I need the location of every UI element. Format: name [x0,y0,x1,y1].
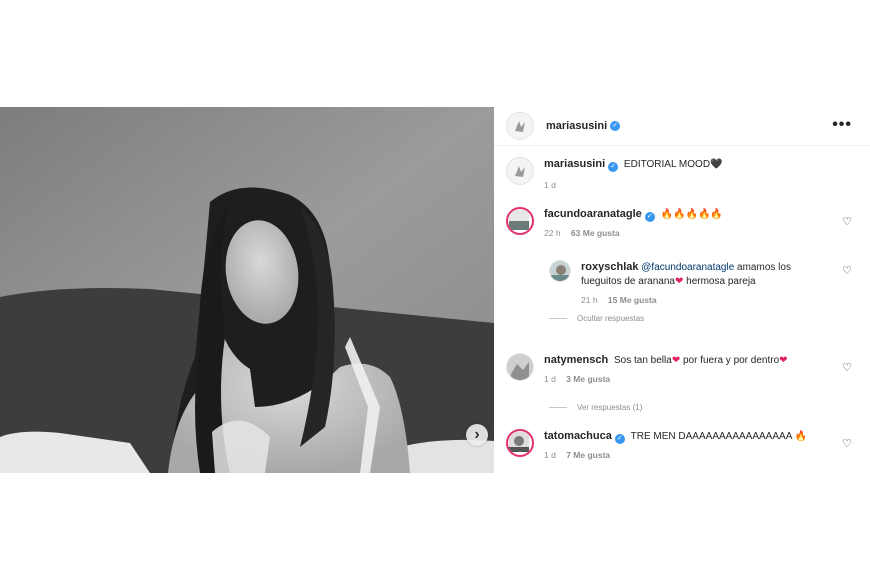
comment-time: 1 d [544,374,556,384]
like-comment-icon[interactable]: ♡ [842,437,852,450]
comment-time: 1 d [544,450,556,460]
comment-time: 22 h [544,228,561,238]
author-avatar[interactable] [506,112,534,140]
reply-likes[interactable]: 15 Me gusta [608,295,657,305]
photo-grayscale-portrait [0,107,494,473]
verified-icon: ✓ [644,212,655,222]
reply-time: 21 h [581,295,598,305]
commenter-avatar[interactable] [506,207,534,235]
instagram-post: › mariasusini ✓ ••• mariasusini ✓ EDITORI… [0,107,870,473]
like-reply-icon[interactable]: ♡ [842,264,852,277]
reply-mention[interactable]: @facundoaranatagle [641,262,734,273]
comment-text-2: por fuera y por dentro [680,355,780,366]
comment-text: TRE MEN DAAAAAAAAAAAAAAAA [630,431,792,442]
caption-username[interactable]: mariasusini [544,158,605,170]
verified-icon: ✓ [610,121,621,131]
reply-avatar[interactable] [549,260,571,282]
red-heart-emoji: ❤ [779,355,788,366]
thread-line [549,318,567,319]
reply-text-2: hermosa pareja [683,276,756,287]
post-side-panel: mariasusini ✓ ••• mariasusini ✓ EDITORIAL… [494,107,870,473]
black-heart-emoji: 🖤 [710,159,723,170]
fire-emoji: 🔥 [794,431,808,442]
verified-icon: ✓ [608,162,619,172]
author-username[interactable]: mariasusini [546,120,607,132]
commenter-avatar[interactable] [506,429,534,457]
commenter-username[interactable]: tatomachuca [544,430,612,442]
chevron-right-icon: › [474,426,480,443]
next-photo-button[interactable]: › [466,424,488,446]
like-comment-icon[interactable]: ♡ [842,361,852,374]
reply-username[interactable]: roxyschlak [581,261,638,273]
hide-replies-label: Ocultar respuestas [577,314,645,323]
fire-emoji: 🔥🔥🔥🔥🔥 [660,209,723,220]
thread-line [549,407,567,408]
verified-icon: ✓ [614,434,625,444]
comment-likes[interactable]: 63 Me gusta [571,228,620,238]
more-options-icon[interactable]: ••• [832,116,852,134]
comment: tatomachuca ✓ TRE MEN DAAAAAAAAAAAAAAAA 🔥… [506,429,858,462]
caption: mariasusini ✓ EDITORIAL MOOD🖤 1 d [506,157,858,192]
comment: natymensch Sos tan bella❤ por fuera y po… [506,353,858,386]
commenter-username[interactable]: facundoaranatagle [544,208,642,220]
post-photo[interactable]: › [0,107,494,473]
caption-avatar[interactable] [506,157,534,185]
comment-likes[interactable]: 3 Me gusta [566,374,610,384]
reply: roxyschlak @facundoaranatagle amamos los… [549,260,858,307]
hide-replies-toggle[interactable]: Ocultar respuestas [549,314,644,323]
comment-text: Sos tan bella [613,355,672,366]
view-replies-toggle[interactable]: Ver respuestas (1) [549,403,642,412]
commenter-avatar[interactable] [506,353,534,381]
post-header: mariasusini ✓ ••• [494,107,870,146]
comment-likes[interactable]: 7 Me gusta [566,450,610,460]
caption-text: EDITORIAL MOOD [623,159,711,170]
view-replies-label: Ver respuestas (1) [577,403,643,412]
red-heart-emoji: ❤ [671,355,681,366]
caption-time: 1 d [544,180,556,190]
comment: facundoaranatagle ✓ 🔥🔥🔥🔥🔥 22 h 63 Me gust… [506,207,858,240]
commenter-username[interactable]: natymensch [544,354,608,366]
like-comment-icon[interactable]: ♡ [842,215,852,228]
